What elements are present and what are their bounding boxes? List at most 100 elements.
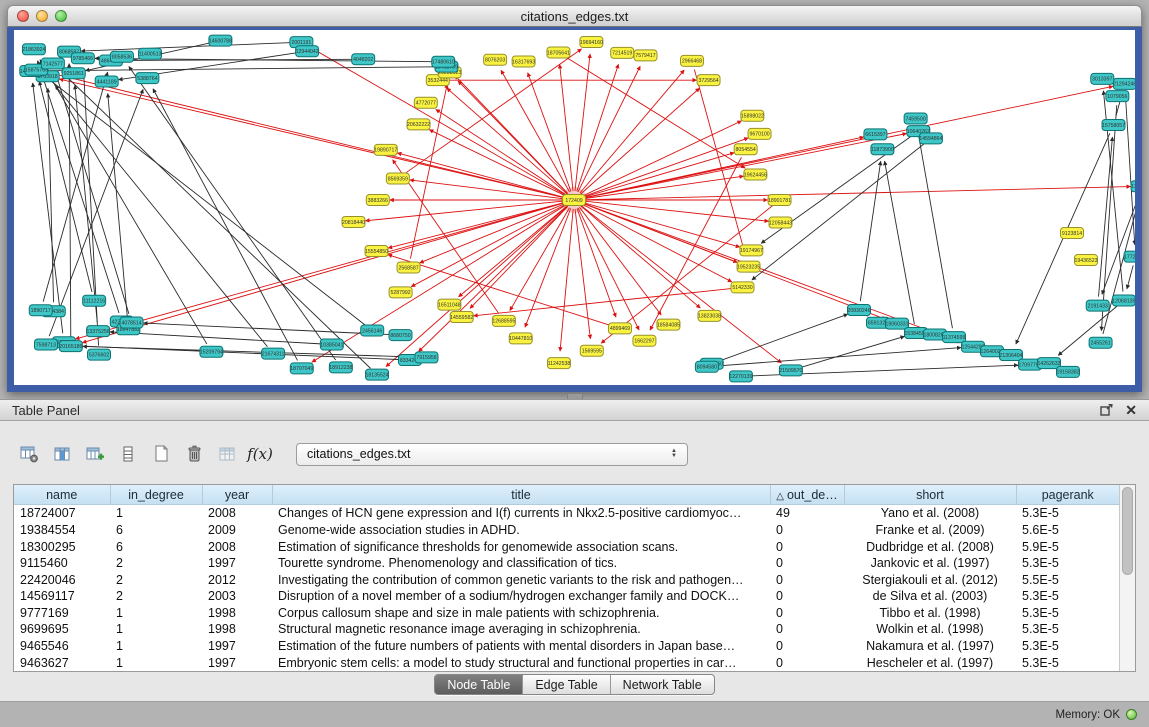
graph-node[interactable]: 4048202 — [352, 54, 375, 65]
import-table-icon[interactable] — [214, 441, 240, 467]
graph-node[interactable]: 19174967 — [740, 245, 763, 256]
graph-edge[interactable] — [716, 348, 961, 366]
graph-node[interactable]: 19060331 — [885, 318, 908, 329]
graph-node[interactable]: 19624456 — [744, 169, 767, 180]
delete-table-icon[interactable] — [181, 441, 207, 467]
tab-network-table[interactable]: Network Table — [610, 675, 714, 694]
graph-edge[interactable] — [1127, 265, 1133, 289]
graph-edge[interactable] — [62, 72, 371, 368]
graph-node[interactable]: 21294246 — [1113, 78, 1135, 89]
minimize-window-button[interactable] — [36, 10, 48, 22]
graph-node[interactable]: 12270139 — [729, 371, 752, 382]
column-header-title[interactable]: title — [272, 485, 770, 505]
graph-edge[interactable] — [582, 203, 885, 319]
graph-edge[interactable] — [420, 203, 566, 263]
graph-edge[interactable] — [386, 206, 567, 367]
table-row[interactable]: 911546021997Tourette syndrome. Phenomeno… — [14, 555, 1119, 572]
graph-edge[interactable] — [405, 49, 581, 173]
graph-node[interactable]: 18705641 — [547, 47, 570, 58]
graph-edge[interactable] — [40, 60, 207, 344]
graph-edge[interactable] — [583, 153, 735, 198]
table-row[interactable]: 946554611997Estimation of the future num… — [14, 638, 1119, 655]
graph-node[interactable]: 1662297 — [633, 335, 656, 346]
graph-node[interactable]: 9123814 — [1061, 228, 1084, 239]
graph-node[interactable]: 4772077 — [414, 97, 437, 108]
graph-edge[interactable] — [577, 208, 616, 317]
float-panel-icon[interactable] — [1100, 404, 1113, 416]
graph-edge[interactable] — [581, 206, 701, 308]
graph-node[interactable]: 21863924 — [22, 44, 45, 55]
graph-node[interactable]: 20632222 — [407, 119, 430, 130]
graph-edge[interactable] — [59, 79, 565, 198]
graph-edge[interactable] — [582, 121, 741, 196]
graph-edge[interactable] — [33, 83, 63, 333]
graph-node[interactable]: 14559582 — [450, 312, 473, 323]
graph-node[interactable]: 19436523 — [1074, 255, 1097, 266]
graph-node[interactable]: 3013397 — [1091, 73, 1114, 84]
graph-node[interactable]: 19158382 — [1056, 366, 1079, 377]
close-window-button[interactable] — [17, 10, 29, 22]
graph-edge[interactable] — [83, 346, 418, 357]
graph-node[interactable]: 18901781 — [768, 195, 791, 206]
graph-edge[interactable] — [397, 153, 565, 198]
column-header-year[interactable]: year — [202, 485, 272, 505]
table-row[interactable]: 977716911998Corpus callosum shape and si… — [14, 605, 1119, 622]
new-table-icon[interactable] — [148, 441, 174, 467]
close-panel-icon[interactable]: ✕ — [1125, 403, 1137, 417]
table-mode-icon[interactable] — [16, 441, 42, 467]
graph-edge[interactable] — [129, 67, 336, 360]
graph-edge[interactable] — [447, 88, 567, 194]
graph-node[interactable]: 20165186 — [59, 341, 82, 352]
graph-edge[interactable] — [1125, 93, 1134, 245]
graph-edge[interactable] — [81, 43, 292, 52]
graph-node[interactable]: 11551786 — [1131, 181, 1135, 192]
graph-node[interactable]: 5376602 — [88, 349, 111, 360]
table-selector-dropdown[interactable]: citations_edges.txt ▲▼ — [296, 443, 688, 466]
graph-edge[interactable] — [579, 207, 661, 315]
graph-edge[interactable] — [583, 176, 744, 199]
graph-edge[interactable] — [720, 314, 848, 361]
graph-edge[interactable] — [429, 130, 566, 196]
table-row[interactable]: 1872400712008Changes of HCN gene express… — [14, 505, 1119, 522]
graph-node[interactable]: 9785466 — [71, 53, 94, 64]
graph-node[interactable]: 19694160 — [580, 37, 603, 48]
graph-node[interactable]: 18707049 — [290, 363, 313, 374]
graph-node[interactable]: 17724051 — [1124, 251, 1135, 262]
graph-edge[interactable] — [582, 204, 732, 282]
graph-node[interactable]: 12944042 — [296, 46, 319, 57]
table-scrollbar-thumb[interactable] — [1122, 487, 1133, 575]
graph-node[interactable]: 8680750 — [389, 330, 412, 341]
graph-node[interactable]: 7459500 — [904, 113, 927, 124]
graph-node[interactable]: 8076203 — [484, 54, 507, 65]
graph-edge[interactable] — [580, 70, 684, 193]
graph-edge[interactable] — [860, 161, 880, 301]
graph-node[interactable]: 1569595 — [580, 345, 603, 356]
graph-node[interactable]: 7142577 — [41, 58, 64, 69]
graph-node[interactable]: 4078514 — [120, 317, 143, 328]
graph-node[interactable]: 14594864 — [919, 133, 942, 144]
graph-edge[interactable] — [510, 208, 570, 311]
graph-node[interactable]: 13823038 — [698, 310, 721, 321]
graph-edge[interactable] — [800, 336, 905, 367]
graph-node[interactable]: 11873900 — [871, 144, 894, 155]
graph-edge[interactable] — [575, 54, 590, 191]
graph-edge[interactable] — [410, 180, 565, 199]
graph-node[interactable]: 11374599 — [943, 332, 966, 343]
graph-edge[interactable] — [388, 202, 565, 248]
zoom-window-button[interactable] — [55, 10, 67, 22]
show-columns-icon[interactable] — [49, 441, 75, 467]
graph-node[interactable]: 1890717 — [29, 305, 52, 316]
graph-edge[interactable] — [583, 187, 1131, 200]
graph-edge[interactable] — [144, 323, 392, 335]
graph-node[interactable]: 13375256 — [87, 326, 110, 337]
table-row[interactable]: 969969511998Structural magnetic resonanc… — [14, 621, 1119, 638]
create-column-icon[interactable] — [82, 441, 108, 467]
graph-edge[interactable] — [918, 130, 953, 328]
graph-node[interactable]: 7598713 — [34, 339, 57, 350]
row-height-icon[interactable] — [115, 441, 141, 467]
graph-node[interactable]: 12058443 — [769, 217, 792, 228]
graph-node[interactable]: 2455261 — [1089, 337, 1112, 348]
graph-edge[interactable] — [560, 64, 573, 191]
column-header-short[interactable]: short — [844, 485, 1016, 505]
graph-node[interactable]: 19890717 — [374, 144, 397, 155]
